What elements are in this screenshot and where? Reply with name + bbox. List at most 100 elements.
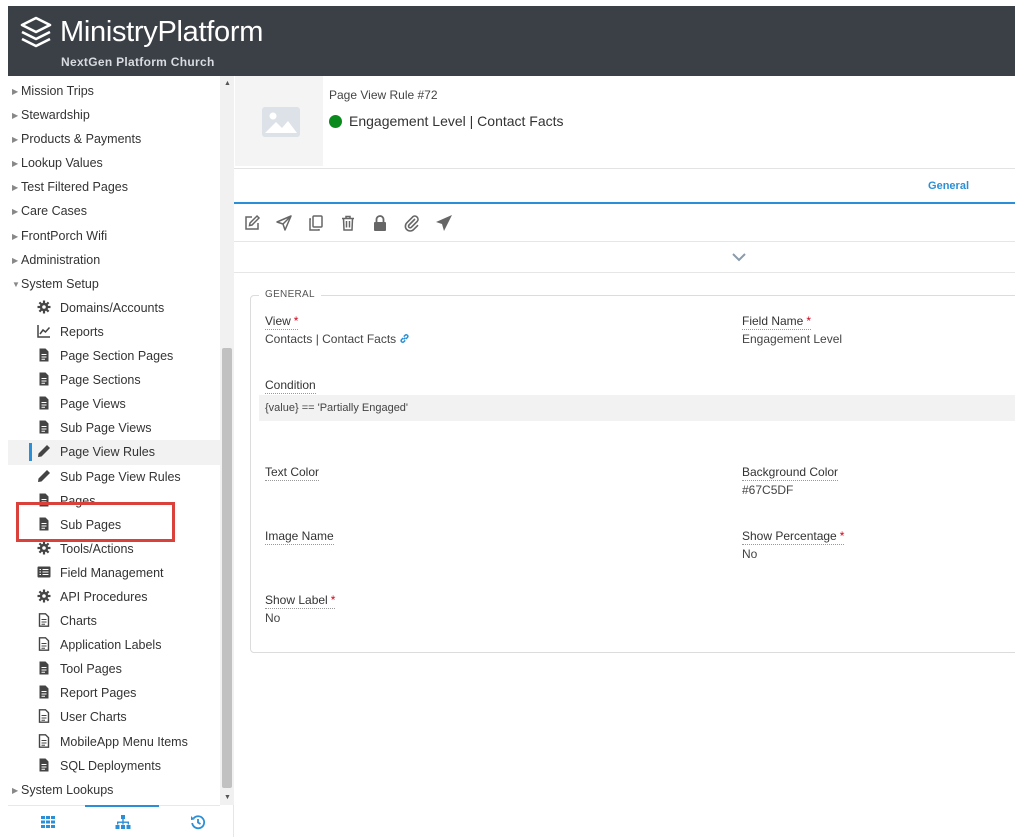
sidebar-item-page-sections[interactable]: Page Sections <box>8 368 220 392</box>
app-header: MinistryPlatform NextGen Platform Church <box>8 6 1015 76</box>
sidebar-scrollbar[interactable]: ▲ ▼ <box>220 76 234 805</box>
sidebar-item-tools-actions[interactable]: Tools/Actions <box>8 537 220 561</box>
record-image-placeholder[interactable] <box>235 76 323 166</box>
logo-icon <box>20 16 52 48</box>
file-icon <box>37 418 57 434</box>
sidebar-item-system-setup[interactable]: ▼System Setup <box>8 272 220 296</box>
sidebar-item-label: Page View Rules <box>60 445 155 460</box>
sidebar-item-label: System Lookups <box>21 782 114 797</box>
grid-icon[interactable] <box>36 812 60 832</box>
sidebar-item-products-payments[interactable]: ▶ Products & Payments <box>8 127 220 151</box>
pencil-icon <box>37 442 57 458</box>
edit-icon[interactable] <box>243 214 263 234</box>
sidebar-item-label: Tool Pages <box>60 662 122 677</box>
main-content: Page View Rule #72 Engagement Level | Co… <box>234 76 1015 837</box>
sidebar-item-pages[interactable]: Pages <box>8 489 220 513</box>
sidebar-item-label: API Procedures <box>60 589 148 604</box>
sidebar-item-reports[interactable]: Reports <box>8 320 220 344</box>
sidebar-item-label: User Charts <box>60 710 127 725</box>
tab-bar: General <box>234 168 1015 204</box>
sidebar-item-label: Sub Page View Rules <box>60 469 181 484</box>
sidebar-item-charts[interactable]: Charts <box>8 609 220 633</box>
sidebar-item-label: SQL Deployments <box>60 758 161 773</box>
file-outline-icon <box>37 635 57 652</box>
sidebar-item-page-views[interactable]: Page Views <box>8 392 220 416</box>
copy-icon[interactable] <box>307 214 327 234</box>
sidebar-item-label: System Setup <box>21 276 99 291</box>
field-name-label: Field Name * <box>742 314 812 330</box>
file-icon <box>37 394 57 410</box>
sidebar-item-label: Lookup Values <box>21 156 103 171</box>
caret-right-icon: ▶ <box>12 111 19 121</box>
app-window: MinistryPlatform NextGen Platform Church… <box>8 6 1015 837</box>
sidebar-item-page-section-pages[interactable]: Page Section Pages <box>8 344 220 368</box>
sidebar-item-mission-trips[interactable]: ▶ Mission Trips <box>8 79 220 103</box>
sidebar-item-field-management[interactable]: Field Management <box>8 561 220 585</box>
sidebar-item-label: Administration <box>21 252 101 267</box>
sidebar-footer <box>8 805 220 837</box>
sidebar-item-label: Reports <box>60 324 104 339</box>
sidebar-item-test-filtered-pages[interactable]: ▶ Test Filtered Pages <box>8 175 220 199</box>
history-icon[interactable] <box>186 812 210 832</box>
record-subtitle: Page View Rule #72 <box>329 88 438 102</box>
text-color-label: Text Color <box>265 465 320 481</box>
sidebar-item-label: Care Cases <box>21 204 87 219</box>
file-icon <box>37 659 57 675</box>
sidebar-item-mobileapp-menu-items[interactable]: MobileApp Menu Items <box>8 730 220 754</box>
view-label: View * <box>265 314 299 330</box>
sidebar-item-label: Mission Trips <box>21 84 94 98</box>
sidebar-item-sub-page-views[interactable]: Sub Page Views <box>8 416 220 440</box>
delete-icon[interactable] <box>339 214 359 234</box>
sidebar-item-sub-pages[interactable]: Sub Pages <box>8 513 220 537</box>
gear-icon <box>37 298 57 314</box>
condition-label: Condition <box>265 378 316 394</box>
sidebar-item-care-cases[interactable]: ▶ Care Cases <box>8 199 220 223</box>
sidebar-item-label: Page Views <box>60 397 126 412</box>
sidebar-item-user-charts[interactable]: User Charts <box>8 705 220 729</box>
show-percentage-label: Show Percentage * <box>742 529 845 545</box>
scroll-down-icon[interactable]: ▼ <box>224 794 231 801</box>
scroll-up-icon[interactable]: ▲ <box>224 80 231 87</box>
sidebar-item-label: Page Section Pages <box>60 349 174 364</box>
caret-right-icon: ▶ <box>12 135 19 145</box>
tab-general[interactable]: General <box>928 180 969 192</box>
sidebar-item-lookup-values[interactable]: ▶ Lookup Values <box>8 151 220 175</box>
view-value[interactable]: Contacts | Contact Facts <box>265 332 410 346</box>
sidebar-item-system-lookups[interactable]: ▶ System Lookups <box>8 778 220 802</box>
attach-icon[interactable] <box>403 214 423 234</box>
background-color-label: Background Color <box>742 465 839 481</box>
pencil-icon <box>37 467 57 482</box>
sidebar-item-api-procedures[interactable]: API Procedures <box>8 585 220 609</box>
paper-plane-icon[interactable] <box>435 214 455 234</box>
sidebar-item-domains-accounts[interactable]: Domains/Accounts <box>8 296 220 320</box>
file-icon <box>37 346 57 362</box>
gear-icon <box>37 539 57 555</box>
sidebar-item-page-view-rules[interactable]: Page View Rules <box>8 440 220 465</box>
scroll-thumb[interactable] <box>222 348 232 788</box>
sitemap-icon[interactable] <box>111 812 135 832</box>
sidebar-item-sub-page-view-rules[interactable]: Sub Page View Rules <box>8 465 220 489</box>
show-label-label: Show Label * <box>265 593 336 609</box>
gear-icon <box>37 587 57 603</box>
show-percentage-value: No <box>742 547 758 561</box>
chart-line-icon <box>37 322 57 338</box>
lock-icon[interactable] <box>371 214 391 234</box>
sidebar-item-report-pages[interactable]: Report Pages <box>8 681 220 705</box>
sidebar-item-label: Application Labels <box>60 638 162 653</box>
brand-name: MinistryPlatform <box>60 16 264 48</box>
sidebar-item-tool-pages[interactable]: Tool Pages <box>8 657 220 681</box>
sidebar-item-label: MobileApp Menu Items <box>60 734 188 749</box>
sidebar-item-label: Page Sections <box>60 373 141 388</box>
send-icon[interactable] <box>275 214 295 234</box>
expand-toggle[interactable] <box>234 243 1015 273</box>
link-icon[interactable] <box>399 333 410 344</box>
sidebar-item-application-labels[interactable]: Application Labels <box>8 633 220 657</box>
sidebar-item-sql-deployments[interactable]: SQL Deployments <box>8 754 220 778</box>
file-icon <box>37 756 57 772</box>
sidebar-item-stewardship[interactable]: ▶ Stewardship <box>8 103 220 127</box>
caret-right-icon: ▶ <box>12 207 19 217</box>
file-icon <box>37 683 57 699</box>
sidebar-item-administration[interactable]: ▶ Administration <box>8 248 220 272</box>
sidebar-item-frontporch-wifi[interactable]: ▶ FrontPorch Wifi <box>8 224 220 248</box>
record-toolbar <box>234 206 1015 242</box>
